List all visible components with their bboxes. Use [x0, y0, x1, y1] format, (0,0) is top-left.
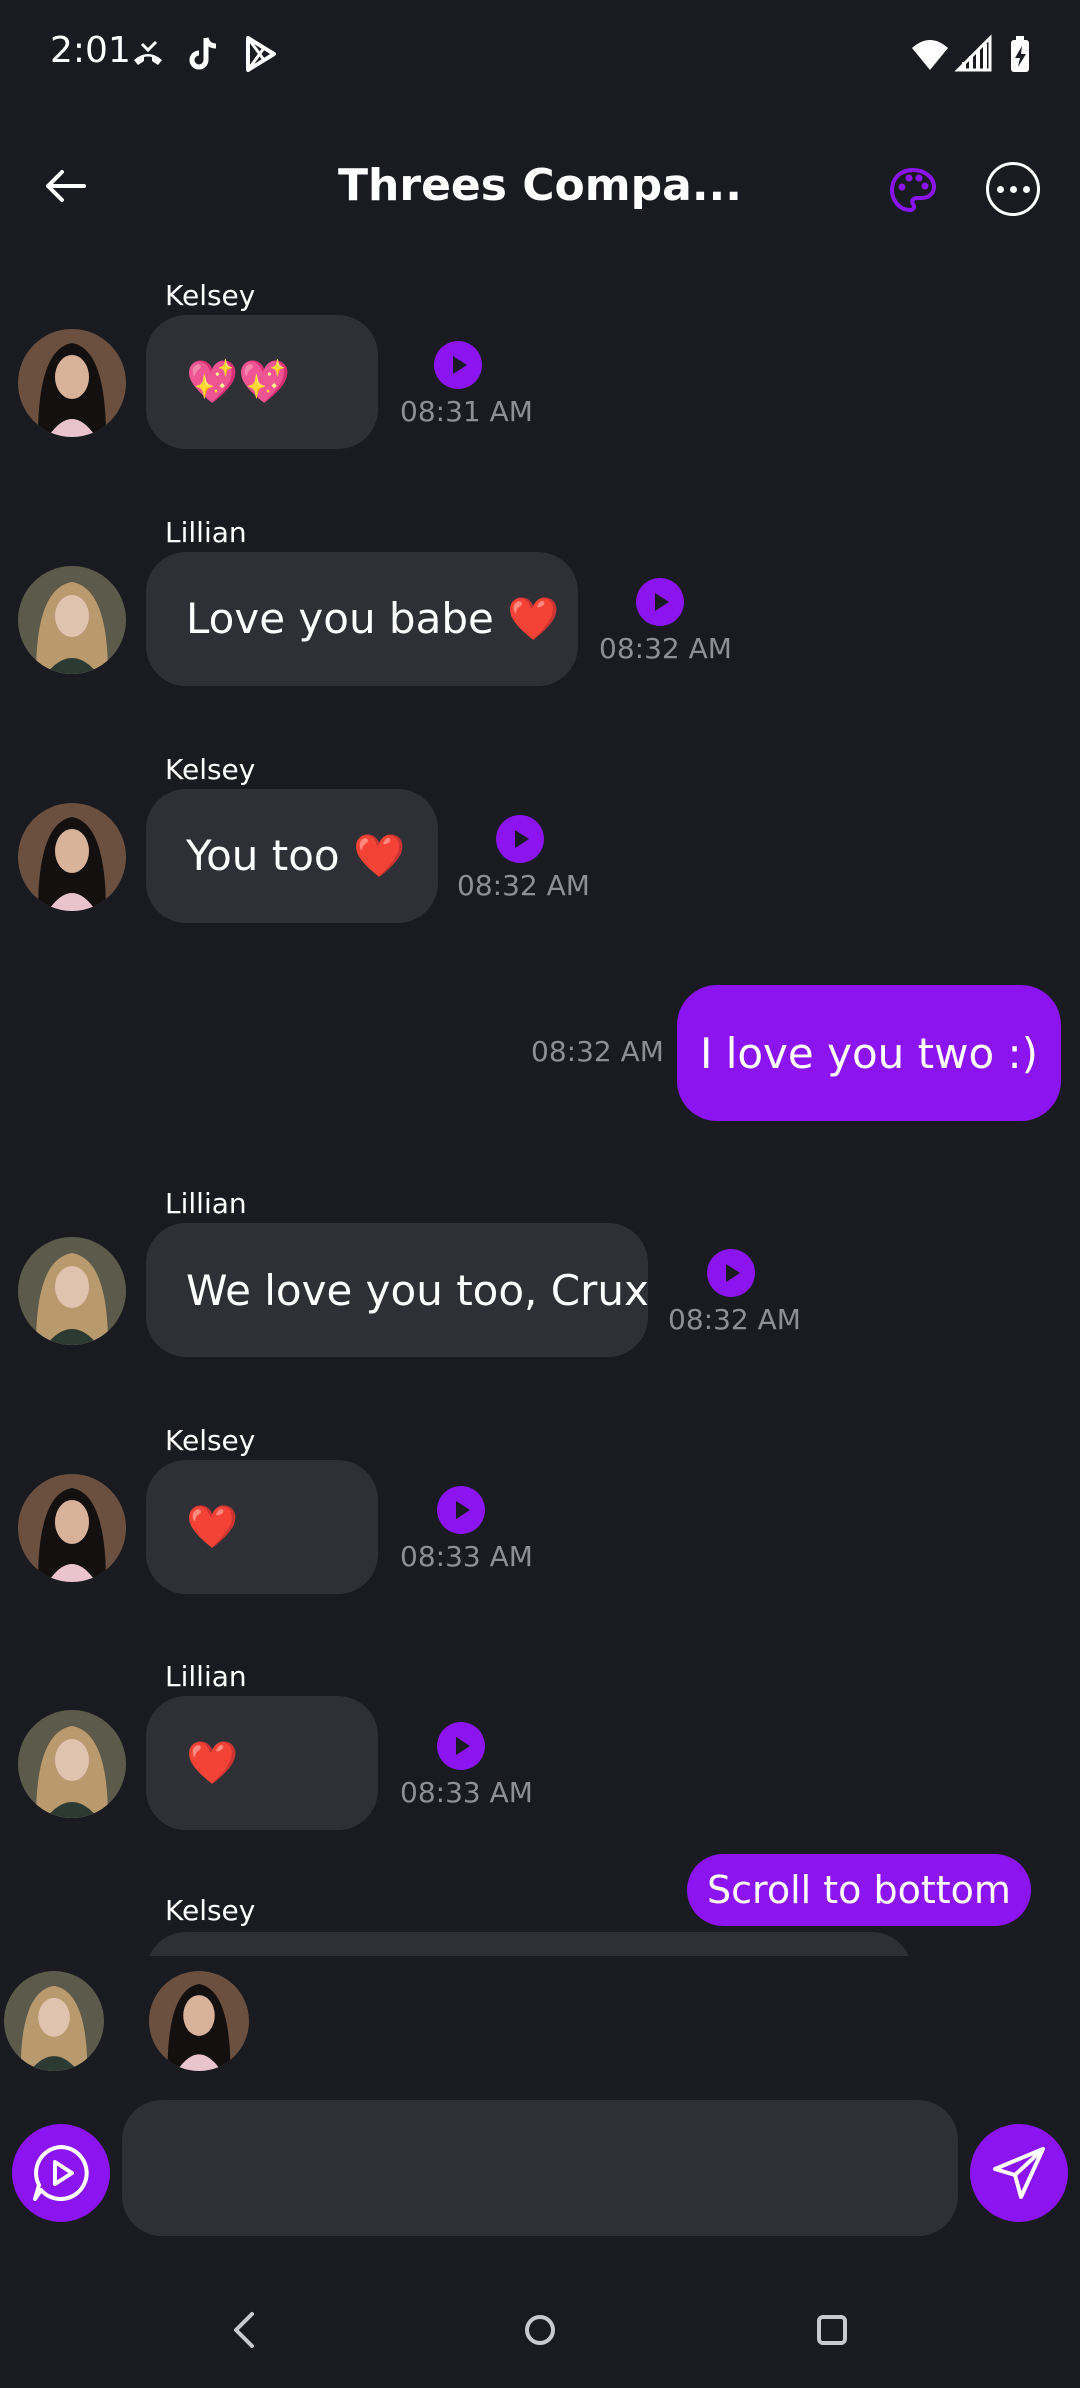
message-row: Lillian Love you babe ❤️ 08:32 AM	[0, 512, 1080, 712]
avatar-kelsey[interactable]	[18, 329, 126, 437]
message-time: 08:32 AM	[599, 632, 732, 665]
battery-charging-icon	[1011, 36, 1029, 72]
avatar-lillian[interactable]	[18, 1237, 126, 1345]
scroll-to-bottom-button[interactable]: Scroll to bottom	[687, 1854, 1031, 1926]
message-time: 08:33 AM	[400, 1776, 533, 1809]
avatar-lillian[interactable]	[18, 566, 126, 674]
nav-home-icon[interactable]	[518, 2308, 562, 2352]
message-bubble[interactable]: Love you babe ❤️	[146, 552, 578, 686]
sent-message-bubble[interactable]: I love you two :)	[677, 985, 1061, 1121]
message-bubble[interactable]: You too ❤️	[146, 789, 438, 923]
play-icon[interactable]	[434, 341, 482, 389]
message-row: Lillian We love you too, Crux 08:32 AM	[0, 1183, 1080, 1383]
participant-avatar-lillian[interactable]	[4, 1971, 104, 2071]
message-bubble[interactable]	[146, 1932, 912, 1956]
play-store-icon	[246, 36, 276, 72]
avatar-kelsey[interactable]	[18, 1474, 126, 1582]
missed-call-icon	[134, 40, 162, 65]
palette-icon[interactable]	[888, 165, 938, 215]
voice-chat-icon	[33, 2145, 89, 2201]
chat-title: Threes Compa...	[338, 160, 742, 211]
sender-name: Kelsey	[165, 1424, 256, 1457]
message-bubble[interactable]: We love you too, Crux	[146, 1223, 649, 1357]
send-button[interactable]	[970, 2124, 1068, 2222]
nav-recents-icon[interactable]	[810, 2308, 854, 2352]
status-time: 2:01	[50, 30, 131, 71]
nav-back-icon[interactable]	[226, 2308, 262, 2352]
message-time: 08:32 AM	[668, 1303, 801, 1336]
play-icon[interactable]	[707, 1249, 755, 1297]
avatar-lillian[interactable]	[18, 1710, 126, 1818]
message-row: Kelsey 💖💖 08:31 AM	[0, 275, 1080, 475]
play-icon[interactable]	[636, 578, 684, 626]
sender-name: Lillian	[165, 1187, 247, 1220]
sender-name: Lillian	[165, 516, 247, 549]
signal-icon	[954, 34, 992, 72]
message-bubble[interactable]: ❤️	[146, 1696, 378, 1830]
more-options-icon[interactable]	[986, 162, 1040, 216]
message-row: Kelsey You too ❤️ 08:32 AM	[0, 749, 1080, 949]
participant-avatar-kelsey[interactable]	[149, 1971, 249, 2071]
play-icon[interactable]	[437, 1486, 485, 1534]
sender-name: Kelsey	[165, 753, 256, 786]
play-icon[interactable]	[437, 1722, 485, 1770]
sender-name: Lillian	[165, 1660, 247, 1693]
message-time: 08:33 AM	[400, 1540, 533, 1573]
message-input[interactable]	[122, 2100, 958, 2236]
message-bubble[interactable]: 💖💖	[146, 315, 378, 449]
message-time: 08:31 AM	[400, 395, 533, 428]
sender-name: Kelsey	[165, 279, 256, 312]
message-bubble[interactable]: ❤️	[146, 1460, 378, 1594]
tiktok-icon	[189, 37, 217, 70]
wifi-icon	[912, 40, 948, 70]
sender-name: Kelsey	[165, 1894, 256, 1927]
send-icon	[993, 2147, 1045, 2199]
play-icon[interactable]	[496, 815, 544, 863]
message-row: Kelsey ❤️ 08:33 AM	[0, 1420, 1080, 1620]
avatar-kelsey[interactable]	[18, 803, 126, 911]
message-time: 08:32 AM	[457, 869, 590, 902]
sent-message-time: 08:32 AM	[531, 1035, 664, 1068]
message-row: Lillian ❤️ 08:33 AM	[0, 1656, 1080, 1856]
arrow-left-icon[interactable]	[40, 160, 92, 212]
voice-chat-button[interactable]	[12, 2124, 110, 2222]
